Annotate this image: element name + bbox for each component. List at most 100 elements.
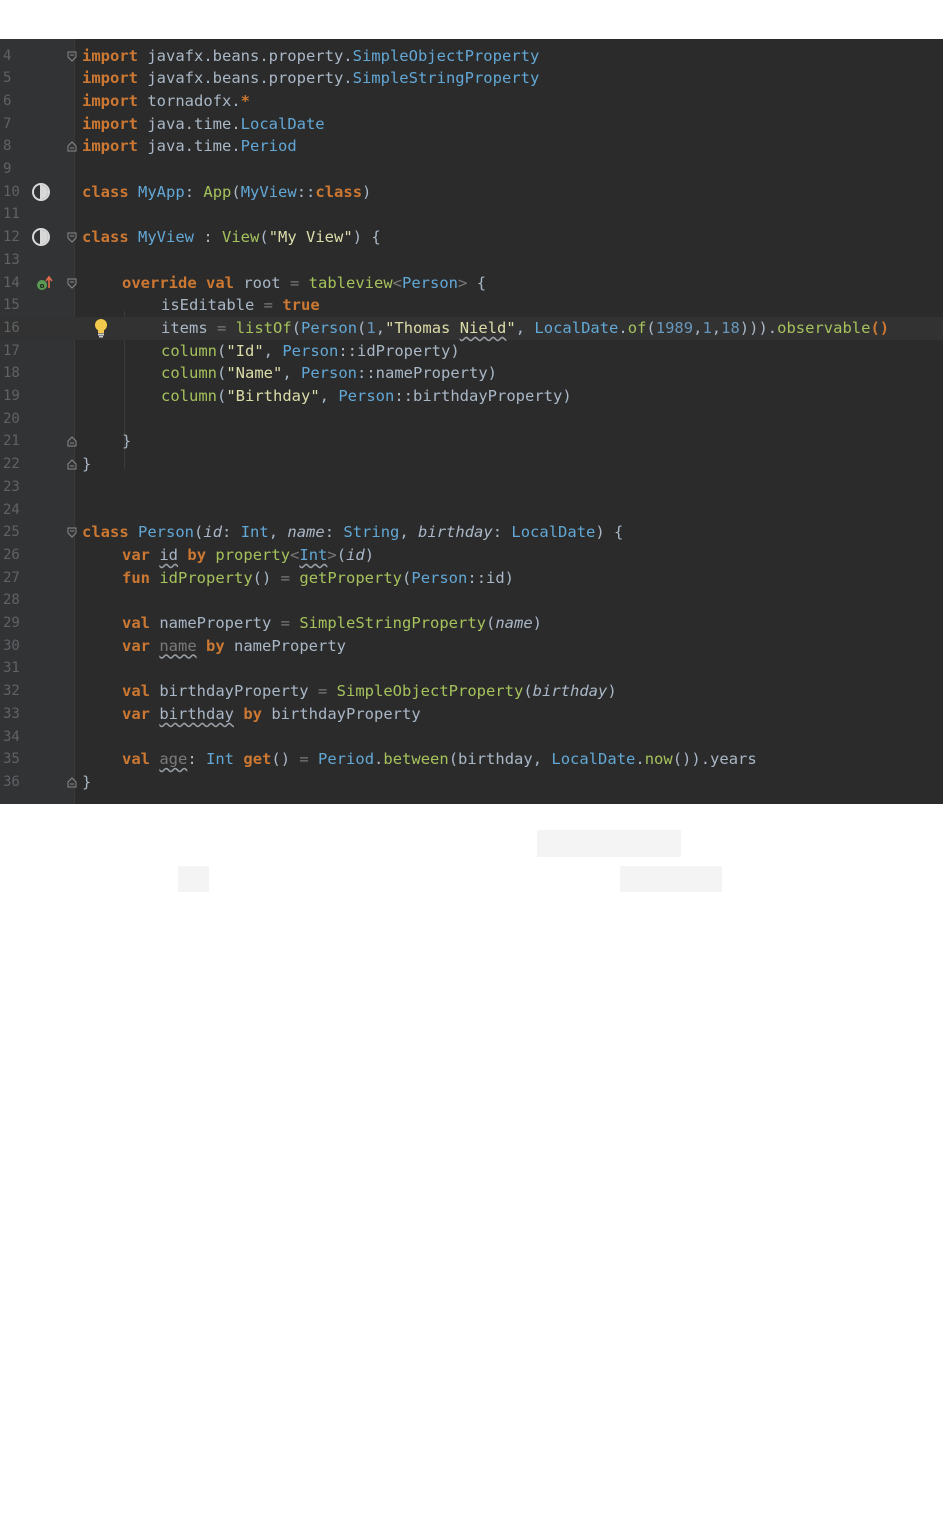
- code-line[interactable]: 27 fun idProperty() = getProperty(Person:…: [0, 567, 943, 590]
- code-token: (: [357, 318, 367, 337]
- fold-toggle-icon[interactable]: [67, 527, 77, 538]
- code-line[interactable]: 35 val age: Int get() = Period.between(bi…: [0, 748, 943, 771]
- line-number: 6: [3, 92, 12, 109]
- code-token: ): [362, 182, 372, 201]
- code-line[interactable]: 30 var name by nameProperty: [0, 635, 943, 658]
- code-token: fun: [122, 568, 150, 587]
- code-line[interactable]: 15 isEditable = true: [0, 294, 943, 317]
- override-icon[interactable]: o: [36, 275, 54, 291]
- fold-toggle-icon[interactable]: [67, 777, 77, 788]
- lightbulb-icon[interactable]: [93, 318, 109, 338]
- line-number: 35: [3, 751, 20, 768]
- code-token: getProperty: [299, 568, 403, 587]
- run-icon[interactable]: [31, 182, 51, 202]
- code-token: ))).: [739, 318, 778, 337]
- code-line[interactable]: 24: [0, 499, 943, 522]
- run-icon[interactable]: [31, 227, 51, 247]
- code-token: birthday: [159, 704, 234, 723]
- code-token: items: [161, 318, 217, 337]
- code-text: val birthdayProperty = SimpleObjectPrope…: [122, 680, 617, 703]
- code-token: listOf: [235, 318, 292, 337]
- code-token: >: [458, 273, 468, 292]
- code-token: between: [383, 750, 449, 769]
- fold-toggle-icon[interactable]: [67, 459, 77, 470]
- code-token: 18: [721, 318, 740, 337]
- code-token: import: [82, 91, 138, 110]
- code-token: Period: [318, 750, 375, 769]
- code-line[interactable]: 29 val nameProperty = SimpleStringPropert…: [0, 612, 943, 635]
- code-line[interactable]: 9: [0, 158, 943, 181]
- code-line[interactable]: 11: [0, 203, 943, 226]
- code-line[interactable]: 22}: [0, 453, 943, 476]
- code-text: }: [122, 430, 131, 453]
- code-token: class: [82, 182, 129, 201]
- code-line[interactable]: 21}: [0, 430, 943, 453]
- code-line[interactable]: 14 override val root = tableview<Person> …: [0, 272, 943, 295]
- code-token: {: [467, 273, 487, 292]
- code-token: SimpleObjectProperty: [336, 682, 524, 701]
- code-line[interactable]: 8 import java.time.Period: [0, 135, 943, 158]
- code-text: class Person(id: Int, name: String, birt…: [82, 521, 623, 544]
- code-token: Person: [138, 523, 195, 542]
- code-token: Int: [299, 545, 328, 564]
- line-number: 24: [3, 501, 20, 518]
- fold-toggle-icon[interactable]: [67, 278, 77, 289]
- line-number: 36: [3, 773, 20, 790]
- code-token: SimpleStringProperty: [352, 69, 540, 88]
- code-token: }: [82, 772, 92, 791]
- code-line[interactable]: 19 column("Birthday", Person::birthdayPro…: [0, 385, 943, 408]
- code-line[interactable]: 36}: [0, 771, 943, 794]
- code-editor[interactable]: 4 import javafx.beans.property.SimpleObje…: [0, 39, 943, 804]
- code-line[interactable]: 16 items = listOf(Person(1,"Thomas Nield"…: [0, 316, 943, 340]
- code-token: (: [336, 545, 347, 564]
- code-token: MyView: [138, 228, 195, 247]
- code-line[interactable]: 13: [0, 249, 943, 272]
- code-token: App: [203, 182, 232, 201]
- code-line[interactable]: 32 val birthdayProperty = SimpleObjectPro…: [0, 680, 943, 703]
- code-line[interactable]: 10 class MyApp: App(MyView::class): [0, 181, 943, 204]
- code-text: import javafx.beans.property.SimpleStrin…: [82, 67, 539, 90]
- code-token: Person: [338, 387, 395, 405]
- code-line[interactable]: 17 column("Id", Person::idProperty): [0, 340, 943, 363]
- code-line[interactable]: 33 var birthday by birthdayProperty: [0, 703, 943, 726]
- code-token: ): [364, 545, 375, 564]
- code-line[interactable]: 18 column("Name", Person::nameProperty): [0, 362, 943, 385]
- code-token: Person: [301, 364, 358, 383]
- code-token: (: [217, 341, 227, 360]
- code-token: val: [122, 682, 150, 701]
- code-line[interactable]: 20: [0, 408, 943, 431]
- code-line[interactable]: 5 import javafx.beans.property.SimpleStri…: [0, 67, 943, 90]
- code-token: Nield: [459, 318, 507, 337]
- fold-toggle-icon[interactable]: [67, 232, 77, 243]
- code-line[interactable]: 6 import tornadofx.*: [0, 90, 943, 113]
- code-line[interactable]: 23: [0, 476, 943, 499]
- code-text: import java.time.Period: [82, 135, 297, 158]
- code-line[interactable]: 26 var id by property<Int>(id): [0, 544, 943, 567]
- code-line[interactable]: 28: [0, 589, 943, 612]
- code-text: items = listOf(Person(1,"Thomas Nield", …: [161, 317, 889, 340]
- code-token: :: [194, 228, 223, 247]
- code-line[interactable]: 4 import javafx.beans.property.SimpleObje…: [0, 45, 943, 68]
- code-line[interactable]: 34: [0, 726, 943, 749]
- code-line[interactable]: 12 class MyView : View("My View") {: [0, 226, 943, 249]
- fold-toggle-icon[interactable]: [67, 51, 77, 62]
- code-token: val: [122, 750, 150, 769]
- code-token: ,: [319, 387, 339, 405]
- code-token: ::id): [467, 568, 515, 587]
- code-token: (): [271, 750, 300, 769]
- fold-toggle-icon[interactable]: [67, 141, 77, 152]
- code-line[interactable]: 31: [0, 657, 943, 680]
- code-line[interactable]: 25 class Person(id: Int, name: String, bi…: [0, 521, 943, 544]
- code-token: ,: [375, 318, 386, 337]
- code-token: SimpleObjectProperty: [352, 46, 540, 65]
- code-token: by: [187, 545, 207, 564]
- code-token: MyApp: [138, 182, 185, 201]
- code-line[interactable]: 7 import java.time.LocalDate: [0, 113, 943, 136]
- code-text: class MyApp: App(MyView::class): [82, 181, 371, 204]
- fold-toggle-icon[interactable]: [67, 436, 77, 447]
